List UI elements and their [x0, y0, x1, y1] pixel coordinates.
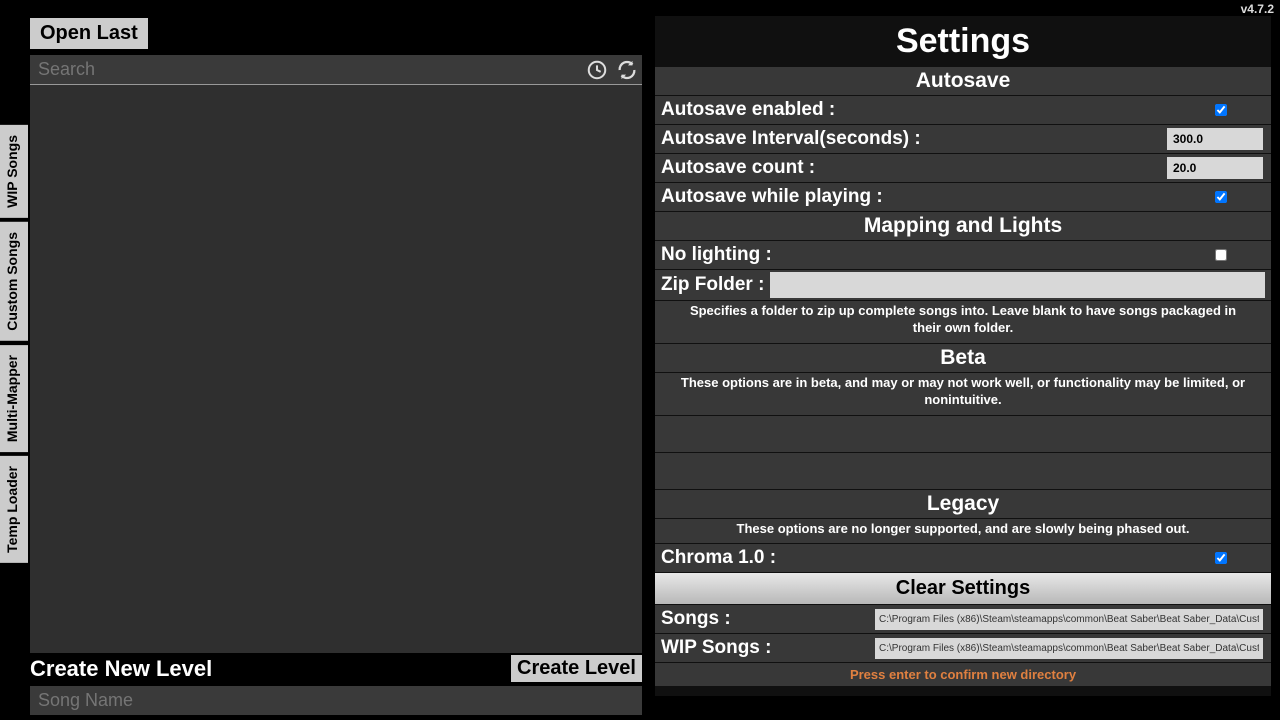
create-section: Create New Level Create Level — [30, 655, 642, 715]
confirm-directory-msg: Press enter to confirm new directory — [655, 663, 1271, 686]
zip-folder-input[interactable] — [770, 272, 1265, 298]
autosave-enabled-label: Autosave enabled : — [661, 99, 835, 121]
legacy-desc: These options are no longer supported, a… — [655, 519, 1271, 544]
songs-path-label: Songs : — [661, 608, 731, 630]
zip-folder-desc: Specifies a folder to zip up complete so… — [655, 301, 1271, 343]
version-label: v4.7.2 — [1241, 2, 1274, 16]
tab-multi-mapper[interactable]: Multi-Mapper — [0, 345, 28, 452]
open-last-button[interactable]: Open Last — [30, 18, 148, 49]
settings-title: Settings — [655, 16, 1271, 67]
beta-header: Beta — [655, 344, 1271, 372]
main-left-panel: Open Last Create New Level Create Level — [30, 18, 642, 710]
tab-wip-songs[interactable]: WIP Songs — [0, 125, 28, 218]
settings-panel: Settings Autosave Autosave enabled : Aut… — [655, 16, 1271, 696]
clock-icon[interactable] — [586, 59, 608, 81]
sidebar-tabs: WIP Songs Custom Songs Multi-Mapper Temp… — [0, 125, 28, 567]
song-name-input[interactable] — [30, 686, 642, 715]
search-input[interactable] — [30, 55, 582, 84]
song-list — [30, 85, 642, 653]
autosave-count-label: Autosave count : — [661, 157, 815, 179]
autosave-interval-input[interactable] — [1167, 128, 1263, 150]
autosave-playing-label: Autosave while playing : — [661, 186, 883, 208]
autosave-count-input[interactable] — [1167, 157, 1263, 179]
beta-desc: These options are in beta, and may or ma… — [655, 373, 1271, 415]
tab-temp-loader[interactable]: Temp Loader — [0, 456, 28, 563]
autosave-enabled-checkbox[interactable] — [1215, 104, 1227, 116]
wip-path-input[interactable] — [875, 638, 1263, 659]
zip-folder-label: Zip Folder : — [661, 274, 764, 296]
refresh-icon[interactable] — [616, 59, 638, 81]
create-title: Create New Level — [30, 656, 212, 682]
autosave-playing-checkbox[interactable] — [1215, 191, 1227, 203]
beta-empty-row — [655, 453, 1271, 489]
chroma-checkbox[interactable] — [1215, 552, 1227, 564]
autosave-header: Autosave — [655, 67, 1271, 95]
create-level-button[interactable]: Create Level — [511, 655, 642, 682]
beta-empty-row — [655, 416, 1271, 452]
songs-path-input[interactable] — [875, 609, 1263, 630]
legacy-header: Legacy — [655, 490, 1271, 518]
wip-path-label: WIP Songs : — [661, 637, 771, 659]
tab-custom-songs[interactable]: Custom Songs — [0, 222, 28, 341]
no-lighting-checkbox[interactable] — [1215, 249, 1227, 261]
chroma-label: Chroma 1.0 : — [661, 547, 776, 569]
clear-settings-button[interactable]: Clear Settings — [655, 573, 1271, 604]
no-lighting-label: No lighting : — [661, 244, 772, 266]
settings-body[interactable]: Autosave Autosave enabled : Autosave Int… — [655, 67, 1271, 687]
search-row — [30, 55, 642, 85]
autosave-interval-label: Autosave Interval(seconds) : — [661, 128, 921, 150]
mapping-header: Mapping and Lights — [655, 212, 1271, 240]
